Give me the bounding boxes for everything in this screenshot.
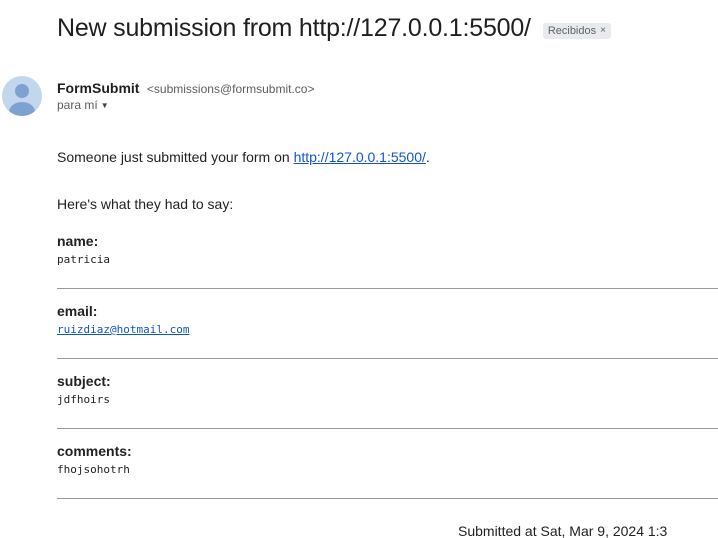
caret-down-icon: ▼ [100, 100, 109, 110]
field-comments: comments: fhojsohotrh [57, 443, 718, 499]
field-value: fhojsohotrh [57, 463, 130, 476]
close-icon[interactable]: × [600, 25, 606, 36]
field-email: email: ruizdiaz@hotmail.com [57, 303, 718, 359]
email-view: New submission from http://127.0.0.1:550… [0, 0, 718, 538]
field-label: name: [57, 233, 99, 249]
email-value-link[interactable]: ruizdiaz@hotmail.com [57, 323, 189, 336]
label-chip-text: Recibidos [547, 24, 597, 37]
field-value: jdfhoirs [57, 393, 110, 406]
field-subject: subject: jdfhoirs [57, 373, 718, 429]
avatar[interactable] [2, 76, 42, 116]
field-value: patricia [57, 253, 110, 266]
submitted-timestamp: Submitted at Sat, Mar 9, 2024 1:3 [458, 523, 668, 538]
email-subject: New submission from http://127.0.0.1:550… [57, 14, 531, 42]
intro-paragraph: Someone just submitted your form on http… [57, 148, 718, 166]
said-paragraph: Here's what they had to say: [57, 196, 234, 212]
field-label: email: [57, 303, 98, 319]
field-value: ruizdiaz@hotmail.com [57, 323, 718, 337]
sender-email: <submissions@formsubmit.co> [146, 82, 315, 96]
email-body: Someone just submitted your form on http… [57, 148, 718, 499]
recipient-label: para mí [57, 98, 98, 112]
field-label: subject: [57, 373, 111, 389]
field-label: comments: [57, 443, 132, 459]
person-icon [9, 84, 35, 116]
label-chip-inbox[interactable]: Recibidos × [542, 22, 611, 39]
recipient-dropdown[interactable]: para mí ▼ [57, 98, 109, 112]
sender-line: FormSubmit <submissions@formsubmit.co> [57, 80, 314, 98]
field-name: name: patricia [57, 233, 718, 289]
intro-text: Someone just submitted your form on [57, 149, 290, 165]
intro-suffix: . [425, 149, 430, 165]
email-subject-row: New submission from http://127.0.0.1:550… [57, 14, 611, 43]
intro-link[interactable]: http://127.0.0.1:5500/ [294, 149, 426, 165]
sender-name[interactable]: FormSubmit [57, 80, 139, 96]
